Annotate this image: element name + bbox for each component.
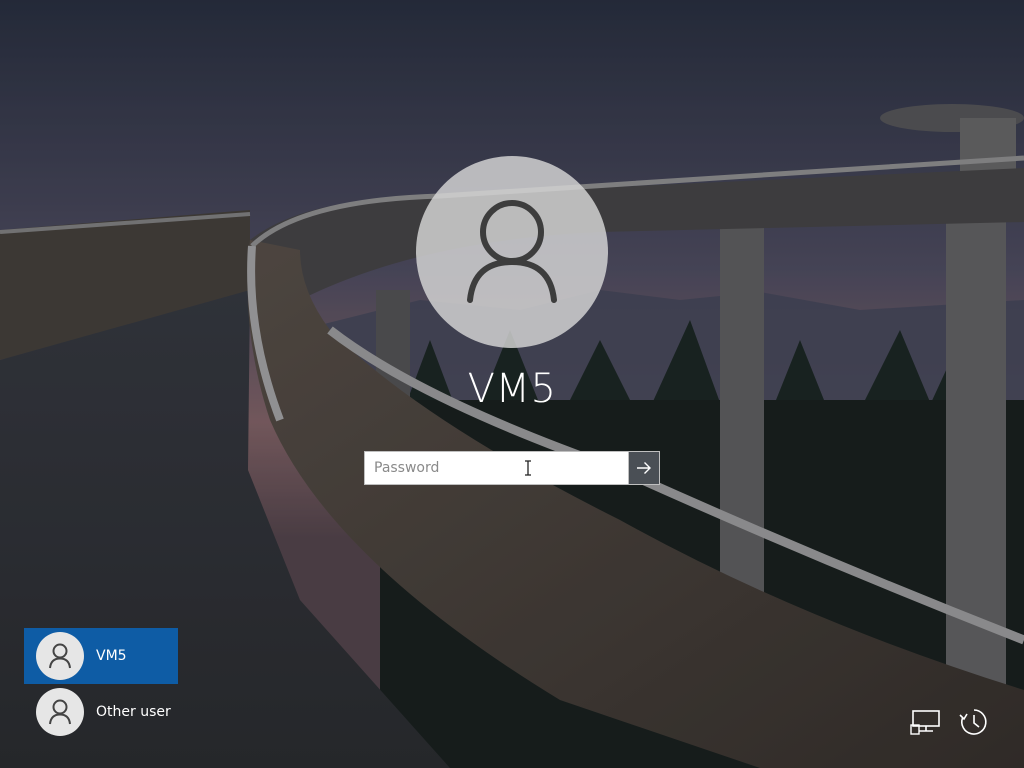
user-item-other-user[interactable]: Other user xyxy=(24,684,178,740)
submit-button[interactable] xyxy=(628,451,660,485)
ease-of-access-icon xyxy=(959,709,987,735)
user-icon xyxy=(49,699,71,725)
ease-of-access-button[interactable] xyxy=(956,704,992,740)
text-cursor-icon xyxy=(525,460,531,476)
user-avatar xyxy=(416,156,608,348)
user-icon xyxy=(49,643,71,669)
user-item-avatar xyxy=(36,632,84,680)
user-item-label: Other user xyxy=(96,704,171,720)
username-label: VM5 xyxy=(467,366,557,412)
user-icon xyxy=(467,200,557,303)
network-button[interactable] xyxy=(908,704,944,740)
user-item-label: VM5 xyxy=(96,648,127,664)
network-icon xyxy=(910,710,940,735)
password-row xyxy=(364,451,660,485)
password-input[interactable] xyxy=(364,451,628,485)
user-item-avatar xyxy=(36,688,84,736)
arrow-right-icon xyxy=(637,462,651,474)
user-item-vm5[interactable]: VM5 xyxy=(24,628,178,684)
lock-screen: VM5 VM5 Other user xyxy=(0,0,1024,768)
